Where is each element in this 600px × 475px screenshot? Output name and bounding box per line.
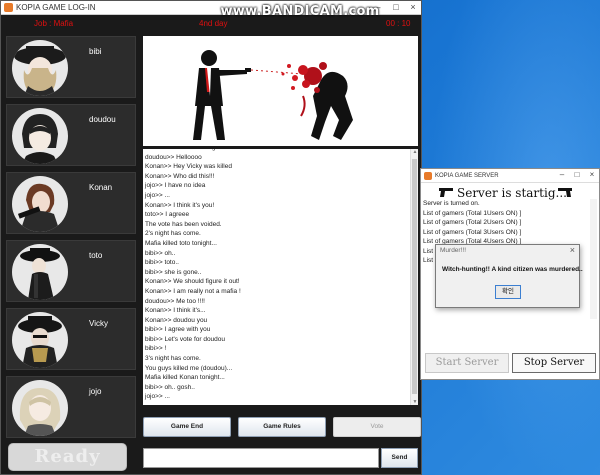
avatar — [12, 176, 68, 232]
game-window: KOPIA GAME LOG-IN – □ × Job : Mafia 4nd … — [0, 0, 422, 475]
player-card-toto[interactable]: toto — [6, 240, 136, 302]
scroll-down-icon[interactable]: ▼ — [411, 399, 418, 405]
player-name: Vicky — [89, 319, 108, 328]
chat-line: doudou>> Helloooo — [145, 153, 202, 161]
maximize-icon[interactable]: □ — [571, 170, 583, 179]
close-icon[interactable]: × — [406, 2, 420, 12]
app-icon — [424, 171, 432, 180]
dialog-message: Witch-hunting!! A kind citizen was murde… — [442, 266, 583, 273]
chat-line: Konan>> I am really not a mafia ! — [145, 287, 241, 295]
stop-server-button[interactable]: Stop Server — [512, 353, 596, 373]
player-name: jojo — [89, 387, 102, 396]
chat-line: jojo>> ... — [145, 191, 170, 199]
scene-illustration — [143, 36, 418, 146]
server-log-line: Server is turned on. — [423, 200, 480, 207]
player-card-jojo[interactable]: jojo — [6, 376, 136, 438]
chat-line: Konan>> doudou you — [145, 316, 208, 324]
server-window-title: KOPIA GAME SERVER — [435, 172, 499, 179]
avatar — [12, 244, 68, 300]
chat-line: You guys killed me (doudou)... — [145, 364, 233, 372]
player-name: Konan — [89, 183, 113, 192]
day-label: 4nd day — [199, 19, 228, 28]
send-button[interactable]: Send — [381, 448, 418, 468]
server-log-scrollbar[interactable] — [590, 199, 597, 319]
ok-button[interactable]: 확인 — [495, 285, 521, 299]
chat-scroll-thumb[interactable] — [412, 159, 417, 394]
gun-icon — [558, 188, 572, 197]
chat-line: jojo>> ... — [145, 393, 170, 401]
game-window-title: KOPIA GAME LOG-IN — [16, 3, 96, 12]
player-card-vicky[interactable]: Vicky — [6, 308, 136, 370]
player-name: bibi — [89, 47, 102, 56]
avatar — [12, 312, 68, 368]
chat-scrollbar[interactable]: ▲ ▼ — [410, 149, 418, 405]
avatar — [12, 108, 68, 164]
scroll-up-icon[interactable]: ▲ — [411, 149, 418, 155]
message-input[interactable] — [143, 448, 379, 468]
murder-dialog: Murder!!! × Witch-hunting!! A kind citiz… — [435, 244, 583, 308]
chat-line: doudou>> Me too !!!! — [145, 297, 205, 305]
player-name: doudou — [89, 115, 116, 124]
avatar — [12, 380, 68, 436]
ready-button[interactable]: Ready — [8, 443, 127, 471]
server-log-line: List of gamers (Total 3Users ON) ] — [423, 228, 522, 236]
timer-label: 00 : 10 — [386, 19, 411, 28]
vote-button[interactable]: Vote — [333, 417, 421, 437]
chat-line: Mafia killed toto tonight... — [145, 239, 217, 247]
gun-icon — [439, 188, 453, 197]
chat-line: bibi>> oh.. gosh.. — [145, 383, 195, 391]
avatar — [12, 40, 68, 96]
chat-line: The vote has been voided. — [145, 220, 222, 228]
chat-lines: doudou>> Goodmorningdoudou>> HellooooKon… — [145, 149, 405, 402]
minimize-icon[interactable]: – — [371, 2, 385, 12]
chat-line: 3's night has come. — [145, 355, 201, 363]
chat-log[interactable]: doudou>> Goodmorningdoudou>> HellooooKon… — [143, 149, 418, 405]
close-icon[interactable]: × — [586, 170, 598, 179]
close-icon[interactable]: × — [570, 245, 575, 255]
chat-line: bibi>> Let's vote for doudou — [145, 335, 226, 343]
chat-line: bibi>> oh.. — [145, 249, 176, 257]
game-window-titlebar[interactable]: KOPIA GAME LOG-IN – □ × — [1, 1, 421, 15]
player-card-doudou[interactable]: doudou — [6, 104, 136, 166]
dialog-title: Murder!!! — [440, 247, 467, 254]
server-log-line: List of gamers (Total 1Users ON) ] — [423, 209, 522, 217]
chat-line: Mafia killed Konan tonight... — [145, 374, 225, 382]
chat-line: bibi>> toto.. — [145, 259, 179, 267]
app-icon — [4, 3, 13, 12]
server-window-titlebar[interactable]: KOPIA GAME SERVER – □ × — [421, 169, 599, 183]
player-card-konan[interactable]: Konan — [6, 172, 136, 234]
chat-line: 2's night has come. — [145, 230, 201, 238]
start-server-button[interactable]: Start Server — [425, 353, 509, 373]
job-label: Job : Mafia — [34, 19, 74, 28]
chat-line: Konan>> I think it's you! — [145, 201, 215, 209]
player-name: toto — [89, 251, 103, 260]
chat-line: Konan>> Who did this!!! — [145, 172, 215, 180]
chat-line: bibi>> I agree with you — [145, 326, 211, 334]
game-rules-button[interactable]: Game Rules — [238, 417, 326, 437]
maximize-icon[interactable]: □ — [389, 2, 403, 12]
chat-line: bibi>> she is gone.. — [145, 268, 202, 276]
player-card-bibi[interactable]: bibi — [6, 36, 136, 98]
minimize-icon[interactable]: – — [556, 170, 568, 179]
server-banner-text: Server is startig... — [457, 186, 567, 200]
chat-line: toto>> I agreee — [145, 211, 190, 219]
game-end-button[interactable]: Game End — [143, 417, 231, 437]
chat-line: jojo>> I have no idea — [145, 182, 206, 190]
server-log-line: List of gamers (Total 2Users ON) ] — [423, 219, 522, 226]
chat-line: Konan>> Hey Vicky was killed — [145, 163, 232, 171]
chat-line: Konan>> I think it's... — [145, 307, 206, 315]
chat-line: bibi>> ! — [145, 345, 167, 353]
chat-line: Konan>> We should figure it out! — [145, 278, 240, 286]
